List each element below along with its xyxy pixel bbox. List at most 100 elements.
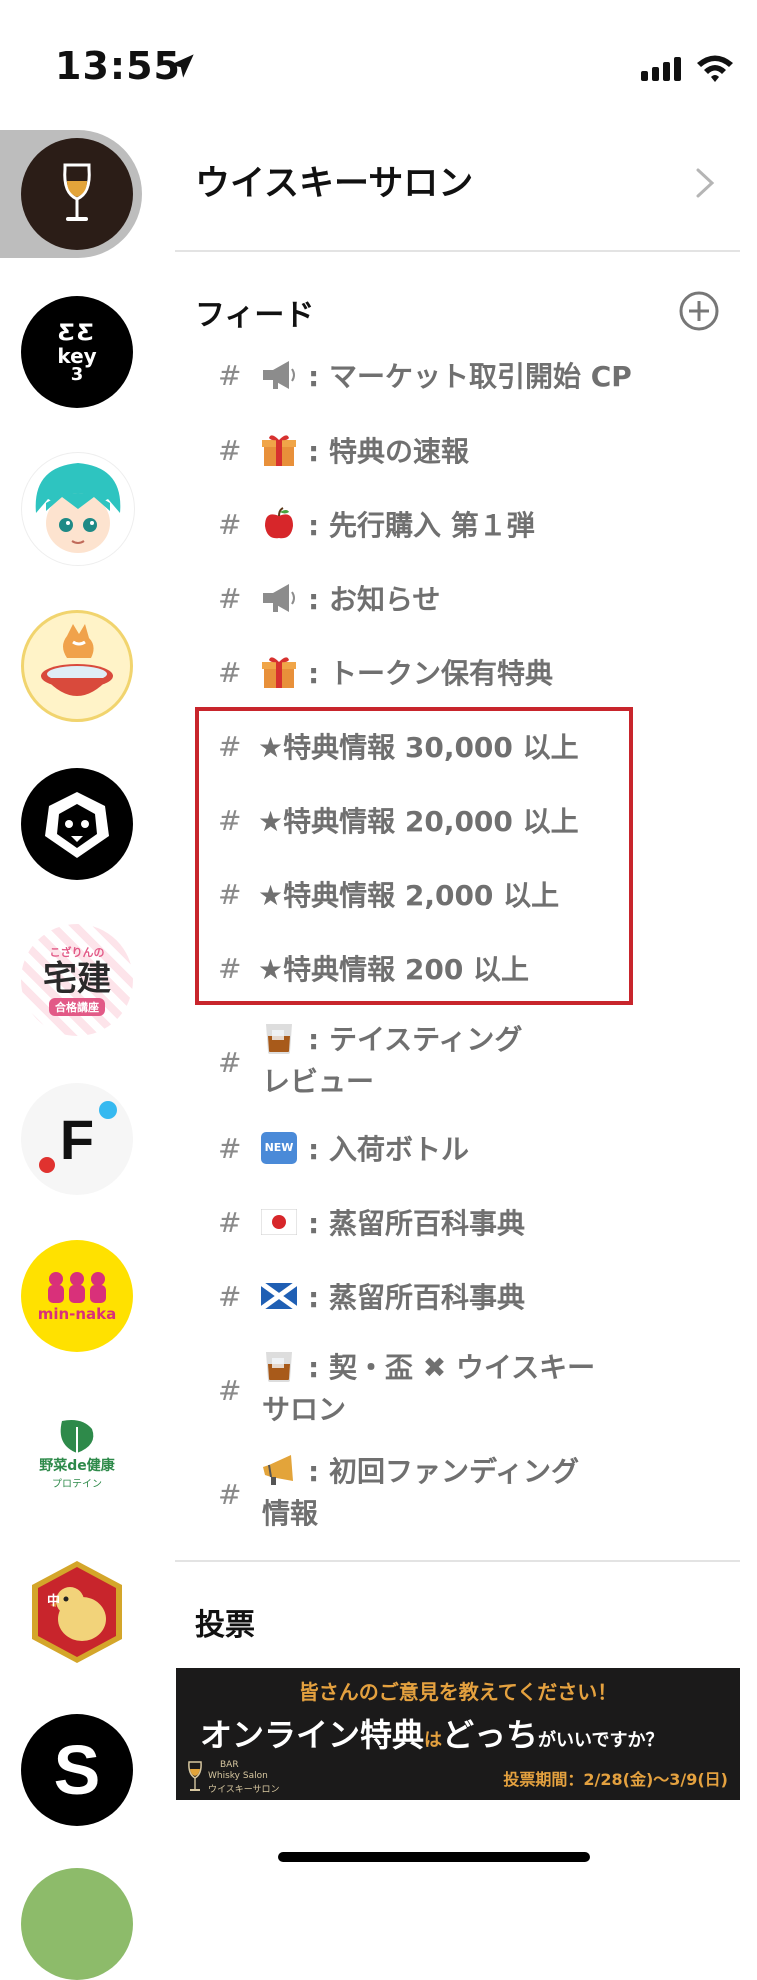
hash-icon: # [218,1046,242,1079]
server-key3[interactable]: ƸƸ key 3 [21,296,133,408]
gift-icon [258,432,300,468]
channel-label: : お知らせ [308,583,441,616]
location-arrow-icon [170,54,194,78]
min-naka-text: min-naka [37,1305,117,1323]
japan-flag-icon [258,1204,300,1240]
key3-number: 3 [70,363,84,385]
hash-icon: # [218,1205,242,1239]
hash-icon: # [218,1131,242,1165]
banner-logo-line1: BAR [220,1760,239,1770]
server-whisky-salon[interactable] [21,138,133,250]
home-indicator[interactable] [278,1852,590,1862]
anime-boy-avatar-icon [35,463,121,553]
key3-text: key [57,343,97,368]
lion-face-icon [45,792,109,858]
cellular-signal-icon [641,57,681,81]
channel-label: : 先行購入 第１弾 [308,509,535,542]
channel-item[interactable]: # ★特典情報 20,000 以上 [218,800,579,840]
red-dot-icon [39,1157,55,1173]
takken-badge: 合格講座 [49,998,105,1016]
yasai-main-text: 野菜de健康 [39,1457,115,1474]
channel-label: : トークン保有特典 [308,657,553,690]
hash-icon: # [218,433,242,467]
gift-icon [258,654,300,690]
channel-label: : 特典の速報 [308,435,469,468]
leaf-icon [60,1419,94,1453]
hash-icon: # [218,951,242,985]
channel-label: : マーケット取引開始 CP [308,360,632,393]
hash-icon: # [218,581,242,615]
status-time: 13:55 [55,44,181,88]
channel-item[interactable]: # : 先行購入 第１弾 [218,504,535,544]
hash-icon: # [218,507,242,541]
hash-icon: # [218,655,242,689]
server-anime-avatar[interactable] [21,452,135,566]
blue-dot-icon [99,1101,117,1119]
channel-item[interactable]: # NEW : 入荷ボトル [218,1128,469,1168]
server-partial-next[interactable] [21,1868,133,1980]
hash-icon: # [218,803,242,837]
server-fnc[interactable]: F [21,1083,133,1195]
channel-item[interactable]: # : お知らせ [218,578,440,618]
server-title[interactable]: ウイスキーサロン [195,155,473,206]
vote-section-title: 投票 [195,1608,255,1643]
hash-icon: # [218,358,242,392]
server-cat-bowl[interactable] [21,610,133,722]
channel-label-continued: レビュー [262,1065,375,1098]
channel-label: ★特典情報 20,000 以上 [258,805,579,838]
banner-logo: BAR Whisky Salon ウイスキーサロン [186,1760,296,1796]
takken-main-text: 宅建 [43,959,111,999]
hash-icon: # [218,1279,242,1313]
channel-item[interactable]: # : 特典の速報 [218,430,469,470]
yasai-sub-text: プロテイン [52,1478,102,1490]
server-s-logo[interactable]: S [21,1714,133,1826]
channel-label: : 蒸留所百科事典 [308,1207,525,1240]
server-lion[interactable] [21,768,133,880]
whisky-glass-logo-icon [188,1761,202,1791]
chevron-right-icon[interactable] [694,166,716,200]
channel-item[interactable]: # ★特典情報 200 以上 [218,948,529,988]
banner-question: オンライン特典はどっちがいいですか？ [200,1716,664,1754]
channel-item[interactable]: # : マーケット取引開始 CP [218,355,632,395]
channel-label: : 入荷ボトル [308,1133,469,1166]
channel-item[interactable]: # ★特典情報 30,000 以上 [218,726,579,766]
channel-item[interactable]: # : トークン保有特典 [218,652,553,692]
add-channel-icon[interactable] [678,290,720,332]
server-min-naka[interactable]: min-naka [21,1240,133,1352]
s-logo-letter: S [53,1731,101,1809]
channel-label: : 契・盃 ✖ ウイスキー [308,1351,596,1384]
channel-item[interactable]: # ★特典情報 2,000 以上 [218,874,559,914]
loudspeaker-icon [258,357,300,393]
feed-divider [175,1560,740,1562]
megaphone-icon [258,1452,300,1488]
channel-label: : テイスティング [308,1023,523,1056]
cat-with-bowl-icon [41,624,113,696]
apple-icon [258,506,300,542]
hash-icon: # [218,877,242,911]
channel-label: : 初回ファンディング [308,1455,579,1488]
header-divider [175,250,740,252]
server-chick[interactable]: 中 [21,1556,133,1668]
whisky-glass-logo-icon [63,163,91,221]
people-group-icon [48,1272,106,1303]
banner-headline: 皆さんのご意見を教えてください！ [298,1680,618,1704]
channel-label: ★特典情報 200 以上 [258,953,530,986]
channel-item[interactable]: # : 蒸留所百科事典 [218,1202,525,1242]
channel-label: ★特典情報 30,000 以上 [258,731,579,764]
key3-mark-icon: ƸƸ [58,320,96,346]
hash-icon: # [218,1374,242,1407]
wifi-icon [697,55,733,82]
chick-hexagon-icon [32,1561,122,1663]
status-bar: 13:55 [0,0,757,120]
channel-label-continued: サロン [262,1393,347,1426]
scotland-flag-icon [258,1278,300,1314]
new-icon: NEW [258,1130,300,1166]
channel-label-continued: 情報 [262,1497,319,1530]
channel-item[interactable]: # : 蒸留所百科事典 [218,1276,525,1316]
server-yasai[interactable]: 野菜de健康 プロテイン [21,1396,133,1508]
whisky-glass-icon [258,1348,300,1384]
hash-icon: # [218,1478,242,1511]
chick-mark: 中 [47,1594,61,1609]
server-takken[interactable]: こざりんの 宅建 合格講座 [21,924,133,1036]
vote-banner[interactable]: 皆さんのご意見を教えてください！ オンライン特典はどっちがいいですか？ BAR … [176,1668,740,1800]
